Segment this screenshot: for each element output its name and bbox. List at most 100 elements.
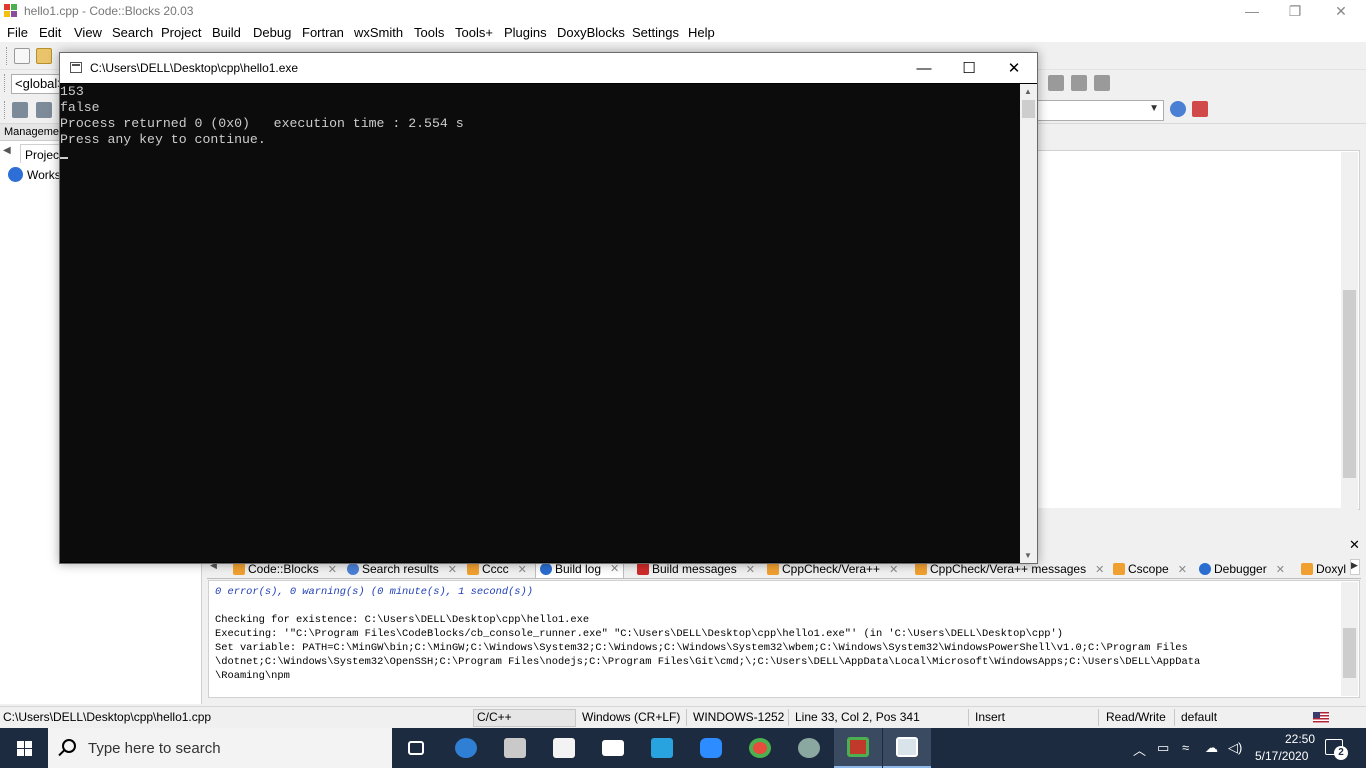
chevron-up-icon[interactable]: ︿ <box>1133 740 1146 759</box>
cloud-icon[interactable]: ☁ <box>1205 740 1218 756</box>
menu-view[interactable]: View <box>74 25 102 40</box>
bookmark-prev-icon[interactable] <box>1048 75 1064 91</box>
menu-doxyblocks[interactable]: DoxyBlocks <box>557 25 625 40</box>
tab-scroll-left-icon[interactable]: ◀ <box>3 145 17 161</box>
search-symbol-icon[interactable] <box>1170 101 1186 117</box>
taskbar: Type here to search ︿ ▭ ≈ ☁ ◁) 22:50 5/1… <box>0 728 1366 768</box>
editor-horizontal-scrollbar[interactable] <box>1037 508 1358 524</box>
console-titlebar[interactable]: C:\Users\DELL\Desktop\cpp\hello1.exe — ☐… <box>60 53 1037 83</box>
scrollbar-thumb[interactable] <box>1022 100 1035 118</box>
printer-icon <box>504 738 526 758</box>
log-line: \dotnet;C:\Windows\System32\OpenSSH;C:\P… <box>215 656 1201 668</box>
logs-close-icon[interactable]: ✕ <box>1349 537 1360 553</box>
volume-icon[interactable]: ◁) <box>1228 740 1242 756</box>
menu-file[interactable]: File <box>7 25 28 40</box>
zoom-button[interactable] <box>687 728 735 768</box>
chrome-button[interactable] <box>736 728 784 768</box>
scroll-up-icon[interactable]: ▲ <box>1024 87 1032 96</box>
battery-icon[interactable]: ▭ <box>1157 740 1169 756</box>
mail-icon <box>602 740 624 756</box>
close-tab-icon[interactable]: ✕ <box>1178 563 1187 576</box>
console-taskbar-button[interactable] <box>883 728 931 768</box>
tab-cscope[interactable]: Cscope ✕ <box>1109 559 1191 578</box>
console-output[interactable]: 153 false Process returned 0 (0x0) executi… <box>60 84 1020 562</box>
toolbar-grip[interactable] <box>4 74 7 92</box>
menu-settings[interactable]: Settings <box>632 25 679 40</box>
tabs-scroll-right-icon[interactable]: ▶ <box>1350 559 1360 575</box>
menu-help[interactable]: Help <box>688 25 715 40</box>
mail-button[interactable] <box>589 728 637 768</box>
editor-vertical-scrollbar[interactable] <box>1341 152 1358 508</box>
tab-debugger[interactable]: Debugger ✕ <box>1195 559 1289 578</box>
close-tab-icon[interactable]: ✕ <box>448 563 457 576</box>
scroll-down-icon[interactable]: ▼ <box>1024 551 1032 560</box>
menu-project[interactable]: Project <box>161 25 201 40</box>
new-file-icon[interactable] <box>14 48 30 64</box>
menu-edit[interactable]: Edit <box>39 25 61 40</box>
menu-build[interactable]: Build <box>212 25 241 40</box>
search-placeholder: Type here to search <box>88 740 221 757</box>
menu-tools[interactable]: Tools <box>414 25 444 40</box>
build-log-text[interactable]: 0 error(s), 0 warning(s) (0 minute(s), 1… <box>208 580 1360 698</box>
close-tab-icon[interactable]: ✕ <box>1276 563 1285 576</box>
minimize-button[interactable]: — <box>1229 0 1275 22</box>
clock-date[interactable]: 5/17/2020 <box>1255 749 1308 763</box>
console-window[interactable]: C:\Users\DELL\Desktop\cpp\hello1.exe — ☐… <box>59 52 1038 564</box>
menu-debug[interactable]: Debug <box>253 25 291 40</box>
tab-doxyblocks[interactable]: Doxyl <box>1297 559 1350 578</box>
menu-tools-plus[interactable]: Tools+ <box>455 25 493 40</box>
symbol-combo[interactable]: ▼ <box>1030 100 1164 121</box>
bookmark-clear-icon[interactable] <box>1094 75 1110 91</box>
debug-window-icon[interactable] <box>12 102 28 118</box>
codeblocks-titlebar: hello1.cpp - Code::Blocks 20.03 — ❐ ✕ <box>0 0 1366 22</box>
console-vertical-scrollbar[interactable]: ▲ ▼ <box>1020 84 1037 563</box>
settings-wrench-icon[interactable] <box>1192 101 1208 117</box>
start-button[interactable] <box>0 728 48 768</box>
flag-icon <box>1313 712 1329 723</box>
close-tab-icon[interactable]: ✕ <box>328 563 337 576</box>
menu-wxsmith[interactable]: wxSmith <box>354 25 403 40</box>
edge-button[interactable] <box>442 728 490 768</box>
bookmark-next-icon[interactable] <box>1071 75 1087 91</box>
tiles-icon <box>651 738 673 758</box>
status-encoding: WINDOWS-1252 <box>693 710 785 724</box>
console-minimize-button[interactable]: — <box>901 53 947 83</box>
window-title: hello1.cpp - Code::Blocks 20.03 <box>24 4 194 18</box>
task-view-button[interactable] <box>392 728 440 768</box>
store-button[interactable] <box>540 728 588 768</box>
codeblocks-taskbar-button[interactable] <box>834 728 882 768</box>
restore-button[interactable]: ❐ <box>1272 0 1318 22</box>
printer-app-button[interactable] <box>491 728 539 768</box>
network-app-icon <box>798 738 820 758</box>
log-tab-icon <box>767 563 779 575</box>
console-close-button[interactable]: ✕ <box>991 53 1037 83</box>
close-tab-icon[interactable]: ✕ <box>1095 563 1104 576</box>
menu-plugins[interactable]: Plugins <box>504 25 547 40</box>
clock-time[interactable]: 22:50 <box>1280 732 1320 746</box>
close-tab-icon[interactable]: ✕ <box>518 563 527 576</box>
menu-fortran[interactable]: Fortran <box>302 25 344 40</box>
close-button[interactable]: ✕ <box>1318 0 1364 22</box>
scrollbar-thumb[interactable] <box>1343 628 1356 678</box>
log-tab-icon <box>233 563 245 575</box>
management-header: Management <box>0 124 60 141</box>
scrollbar-thumb[interactable] <box>1343 290 1356 478</box>
toolbar-grip[interactable] <box>4 101 7 119</box>
text-cursor <box>60 157 68 159</box>
wifi-icon[interactable]: ≈ <box>1182 740 1189 755</box>
search-icon <box>347 563 359 575</box>
logs-vertical-scrollbar[interactable] <box>1341 582 1358 696</box>
editor-area[interactable] <box>1037 150 1360 510</box>
codeblocks-app-icon <box>4 4 17 17</box>
toolbar-grip[interactable] <box>6 47 9 65</box>
close-tab-icon[interactable]: ✕ <box>889 563 898 576</box>
network-app-button[interactable] <box>785 728 833 768</box>
taskbar-search-box[interactable]: Type here to search <box>48 728 392 768</box>
menu-search[interactable]: Search <box>112 25 153 40</box>
console-app-icon <box>896 737 918 757</box>
info-icon[interactable] <box>36 102 52 118</box>
console-maximize-button[interactable]: ☐ <box>946 53 992 83</box>
photos-tiles-button[interactable] <box>638 728 686 768</box>
open-file-icon[interactable] <box>36 48 52 64</box>
close-tab-icon[interactable]: ✕ <box>746 563 755 576</box>
